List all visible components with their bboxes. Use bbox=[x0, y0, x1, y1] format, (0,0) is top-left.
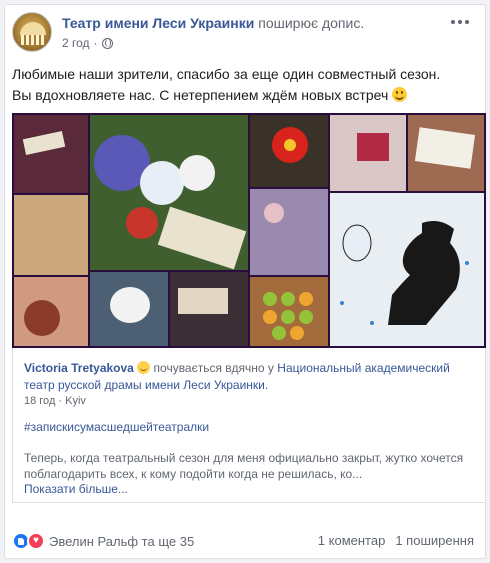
engagement-counts: 1 коментар 1 поширення bbox=[318, 533, 474, 548]
shared-feeling: почувається вдячно у bbox=[153, 361, 274, 375]
theatre-logo-icon bbox=[20, 22, 46, 35]
shares-count[interactable]: 1 поширення bbox=[395, 533, 474, 548]
post-time[interactable]: 2 год bbox=[62, 36, 90, 50]
smile-emoji-icon bbox=[392, 87, 408, 102]
collage-image bbox=[12, 113, 486, 348]
see-more-link[interactable]: Показати більше... bbox=[24, 482, 128, 496]
post-text-line2: Вы вдохновляете нас. С нетерпением ждём … bbox=[12, 87, 389, 103]
shared-time[interactable]: 18 год bbox=[24, 395, 55, 407]
post-header: Театр имени Леси Украинки поширює допис.… bbox=[12, 12, 470, 56]
post-title-line: Театр имени Леси Украинки поширює допис. bbox=[62, 15, 364, 31]
post-text: Любимые наши зрители, спасибо за еще оди… bbox=[12, 64, 472, 106]
grateful-emoji-icon bbox=[137, 361, 151, 374]
post-meta: 2 год · bbox=[62, 36, 113, 50]
comments-count[interactable]: 1 коментар bbox=[318, 533, 386, 548]
globe-icon[interactable] bbox=[101, 37, 113, 49]
reactions-label[interactable]: Эвелин Ральф та ще 35 bbox=[49, 534, 194, 549]
hashtag-link[interactable]: #запискисумасшедшейтеатралки bbox=[24, 420, 209, 434]
shared-meta: 18 год · Kyiv bbox=[24, 395, 86, 407]
post-text-line1: Любимые наши зрители, спасибо за еще оди… bbox=[12, 66, 441, 82]
shared-author-line: Victoria Tretyakova почувається вдячно у… bbox=[24, 360, 474, 394]
love-reaction-icon: ♥ bbox=[27, 532, 45, 550]
post-footer: ♥ Эвелин Ральф та ще 35 1 коментар 1 пош… bbox=[12, 530, 474, 552]
post-action: поширює допис. bbox=[258, 15, 365, 31]
shared-text: Теперь, когда театральный сезон для меня… bbox=[24, 451, 464, 481]
reactions-summary[interactable]: ♥ Эвелин Ральф та ще 35 bbox=[12, 532, 194, 550]
shared-author-name[interactable]: Victoria Tretyakova bbox=[24, 361, 134, 375]
shared-meta-separator: · bbox=[58, 395, 63, 407]
shared-location[interactable]: Kyiv bbox=[65, 395, 86, 407]
page-name-link[interactable]: Театр имени Леси Украинки bbox=[62, 15, 254, 31]
page-avatar[interactable] bbox=[12, 12, 52, 52]
photo-collage[interactable] bbox=[12, 113, 486, 348]
meta-separator: · bbox=[93, 36, 98, 50]
more-options-icon[interactable] bbox=[450, 14, 470, 30]
